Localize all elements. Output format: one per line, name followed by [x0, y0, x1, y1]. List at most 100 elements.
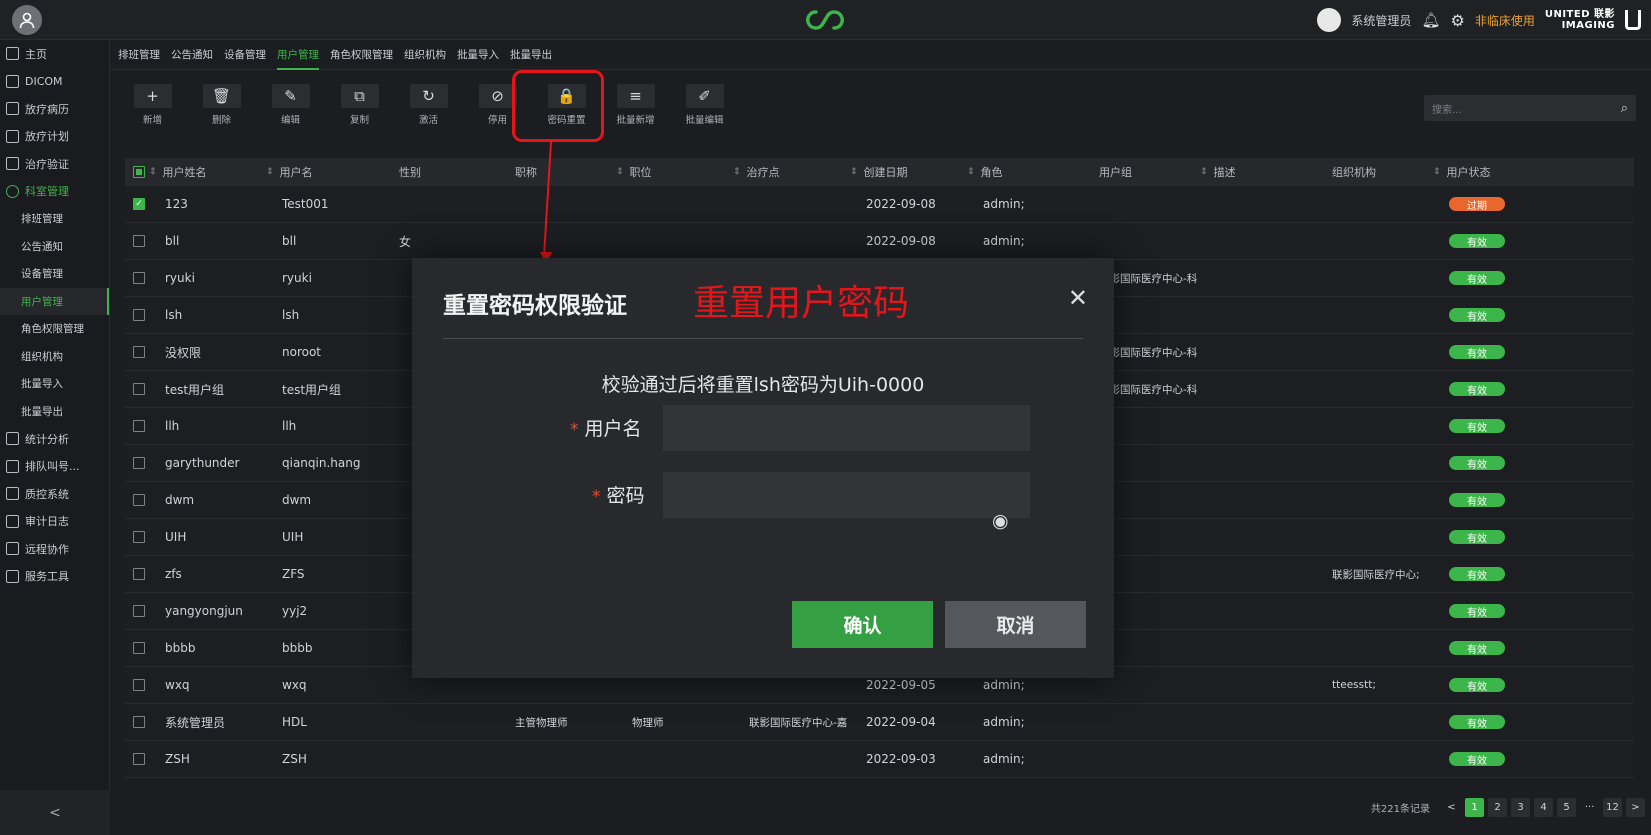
row-checkbox[interactable] [133, 741, 145, 777]
page-button[interactable]: 12 [1603, 798, 1622, 817]
sidebar-item[interactable]: 审计日志 [0, 508, 109, 536]
row-checkbox[interactable] [133, 630, 145, 666]
cancel-button[interactable]: 取消 [945, 601, 1086, 648]
toolbar-button[interactable]: ⧉ 复制 [325, 84, 394, 134]
sidebar-item[interactable]: 质控系统 [0, 480, 109, 508]
select-all-checkbox[interactable] [133, 158, 145, 185]
collapse-sidebar-icon[interactable]: < [0, 790, 110, 835]
page-button[interactable]: 4 [1534, 798, 1553, 817]
table-row[interactable]: bll bll 女 2022-09-08 admin; 有效 [125, 223, 1634, 260]
tab[interactable]: 批量导入 [457, 40, 499, 70]
sidebar-item[interactable]: 放疗计划 [0, 123, 109, 151]
tab[interactable]: 设备管理 [224, 40, 266, 70]
toolbar-button[interactable]: 🗑 删除 [187, 84, 256, 134]
row-checkbox[interactable] [133, 334, 145, 370]
sidebar-item[interactable]: 组织机构 [0, 343, 109, 371]
column-header[interactable]: 用户状态 [1433, 158, 1491, 185]
search-icon[interactable]: ⌕ [1621, 101, 1628, 116]
tab[interactable]: 公告通知 [171, 40, 213, 70]
row-checkbox[interactable] [133, 408, 145, 444]
column-header[interactable]: 职位 [616, 158, 652, 185]
sidebar-item[interactable]: 排班管理 [0, 205, 109, 233]
user-avatar[interactable] [1317, 8, 1342, 32]
prev-page-icon[interactable]: < [1442, 798, 1461, 817]
cell-username: bll [282, 234, 297, 248]
eye-icon[interactable]: ◉ [992, 510, 1009, 532]
row-checkbox[interactable] [133, 371, 145, 407]
row-checkbox[interactable]: ✓ [133, 186, 145, 222]
gear-icon[interactable]: ⚙ [1450, 11, 1464, 30]
column-header[interactable]: 性别 [399, 158, 421, 185]
sidebar-item[interactable]: 角色权限管理 [0, 315, 109, 343]
close-icon[interactable]: ✕ [1068, 284, 1088, 312]
row-checkbox[interactable] [133, 260, 145, 296]
search-input[interactable]: 搜索... [1432, 101, 1462, 116]
row-checkbox[interactable] [133, 704, 145, 740]
toolbar-button[interactable]: ↻ 激活 [394, 84, 463, 134]
table-row[interactable]: ZSH ZSH 2022-09-03 admin; 有效 [125, 741, 1634, 778]
confirm-button[interactable]: 确认 [792, 601, 933, 648]
sidebar-item[interactable]: 远程协作 [0, 535, 109, 563]
page-button[interactable]: 3 [1511, 798, 1530, 817]
row-checkbox[interactable] [133, 556, 145, 592]
bell-icon[interactable]: 🔔︎ [1421, 11, 1440, 29]
sidebar-item[interactable]: 科室管理 [0, 178, 109, 206]
brand-line-2: IMAGING [1561, 20, 1615, 31]
sidebar-item[interactable]: 用户管理 [0, 287, 109, 315]
sidebar-item[interactable]: 设备管理 [0, 260, 109, 288]
toolbar-button-label: 激活 [418, 115, 438, 126]
password-field[interactable] [663, 472, 1030, 518]
row-checkbox[interactable] [133, 519, 145, 555]
tab[interactable]: 用户管理 [277, 40, 319, 70]
column-header[interactable]: 用户组 [1099, 158, 1132, 185]
row-checkbox[interactable] [133, 297, 145, 333]
column-header[interactable]: 组织机构 [1332, 158, 1376, 185]
next-page-icon[interactable]: > [1626, 798, 1645, 817]
row-checkbox[interactable] [133, 482, 145, 518]
sidebar-item[interactable]: 服务工具 [0, 563, 109, 591]
sidebar-item[interactable]: DICOM [0, 68, 109, 96]
status-cell: 有效 [1449, 445, 1505, 481]
row-checkbox[interactable] [133, 593, 145, 629]
sidebar-item[interactable]: 治疗验证 [0, 150, 109, 178]
sidebar-item[interactable]: 排队叫号... [0, 453, 109, 481]
cell-date: 2022-09-03 [866, 752, 936, 766]
user-name[interactable]: 系统管理员 [1351, 12, 1411, 29]
username-field[interactable] [663, 405, 1030, 451]
sidebar-item[interactable]: 批量导出 [0, 398, 109, 426]
sidebar-item[interactable]: 批量导入 [0, 370, 109, 398]
sidebar-item[interactable]: 公告通知 [0, 233, 109, 261]
toolbar-button[interactable]: ✐ 批量编辑 [670, 84, 739, 134]
tab[interactable]: 角色权限管理 [330, 40, 393, 70]
search-box[interactable]: 搜索... ⌕ [1424, 95, 1636, 121]
page-button[interactable]: 2 [1488, 798, 1507, 817]
column-header[interactable]: 描述 [1200, 158, 1236, 185]
cell-username: qianqin.hang [282, 456, 361, 470]
column-header[interactable]: 治疗点 [733, 158, 780, 185]
cell-site: 联影国际医疗中心-嘉 [749, 716, 848, 729]
sidebar-item[interactable]: 统计分析 [0, 425, 109, 453]
cell-name: bll [165, 234, 180, 248]
toolbar-button[interactable]: ≡ 批量新增 [601, 84, 670, 134]
column-header[interactable]: 创建日期 [850, 158, 908, 185]
sidebar-item[interactable]: 放疗病历 [0, 95, 109, 123]
column-header[interactable]: 角色 [967, 158, 1003, 185]
column-header[interactable]: 用户姓名 [149, 158, 207, 185]
toolbar-button-label: 批量编辑 [685, 115, 724, 126]
page-button[interactable]: 1 [1465, 798, 1484, 817]
row-checkbox[interactable] [133, 667, 145, 703]
column-header[interactable]: 职称 [515, 158, 537, 185]
tab[interactable]: 排班管理 [118, 40, 160, 70]
table-row[interactable]: 系统管理员 HDL 主管物理师 物理师 联影国际医疗中心-嘉 2022-09-04 admi… [125, 704, 1634, 741]
row-checkbox[interactable] [133, 445, 145, 481]
toolbar-button[interactable]: + 新增 [118, 84, 187, 134]
tab[interactable]: 批量导出 [510, 40, 552, 70]
toolbar-button[interactable]: ✎ 编辑 [256, 84, 325, 134]
table-row[interactable]: ✓ 123 Test001 2022-09-08 admin; 过期 [125, 186, 1634, 223]
column-header[interactable]: 用户名 [266, 158, 313, 185]
tab[interactable]: 组织机构 [404, 40, 446, 70]
user-avatar-icon[interactable] [12, 5, 42, 35]
page-button[interactable]: 5 [1557, 798, 1576, 817]
row-checkbox[interactable] [133, 223, 145, 259]
sidebar-item[interactable]: 主页 [0, 40, 109, 68]
